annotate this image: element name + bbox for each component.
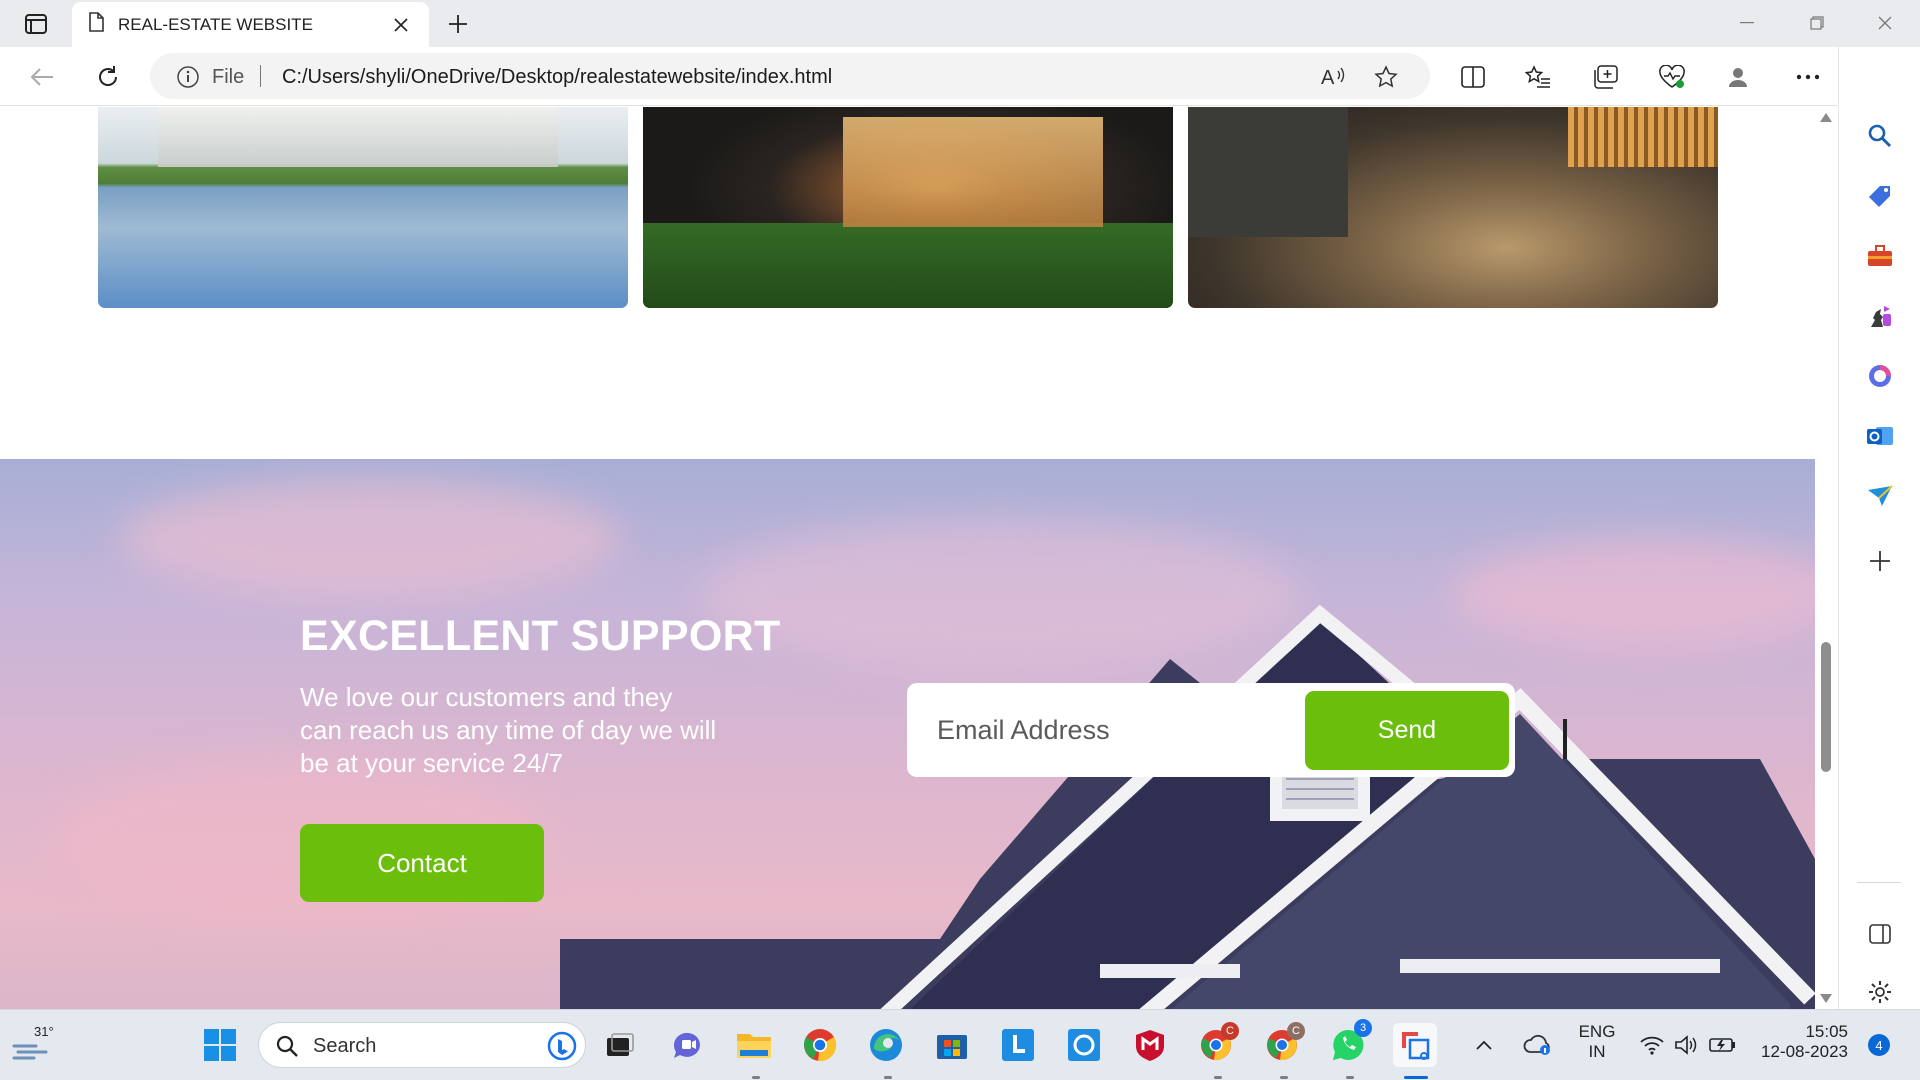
back-icon[interactable]: [24, 59, 60, 95]
clock[interactable]: 15:05 12-08-2023: [1756, 1022, 1848, 1062]
scroll-down-arrow-icon[interactable]: [1820, 994, 1832, 1003]
microsoft-365-icon[interactable]: [1861, 357, 1899, 395]
info-icon[interactable]: [176, 65, 200, 94]
volume-icon[interactable]: [1670, 1023, 1702, 1067]
notification-count-badge[interactable]: 4: [1868, 1034, 1890, 1056]
temperature: 31°: [34, 1024, 54, 1039]
clock-date: 12-08-2023: [1761, 1042, 1848, 1061]
send-button[interactable]: Send: [1305, 691, 1509, 770]
chrome-icon[interactable]: [798, 1023, 842, 1067]
running-indicator: [752, 1076, 760, 1079]
battery-icon[interactable]: [1706, 1023, 1740, 1067]
add-icon[interactable]: [1861, 542, 1899, 580]
close-window-icon[interactable]: [1862, 8, 1908, 38]
chrome-profile-1-badge: C: [1221, 1022, 1239, 1040]
running-indicator: [1214, 1076, 1222, 1079]
split-screen-icon[interactable]: [1455, 59, 1491, 95]
tab-actions-icon[interactable]: [18, 10, 54, 38]
region-code: IN: [1588, 1042, 1606, 1061]
running-indicator: [1280, 1076, 1288, 1079]
taskbar-search-box[interactable]: Search: [258, 1022, 586, 1068]
edge-sidebar: [1838, 47, 1920, 1009]
page-scrollbar[interactable]: [1815, 107, 1837, 1009]
task-view-icon[interactable]: [598, 1023, 642, 1067]
tab-strip: REAL-ESTATE WEBSITE: [0, 0, 1920, 47]
lakeside-house-photo: [98, 107, 628, 308]
taskbar-search-label: Search: [313, 1035, 377, 1057]
svg-text:A: A: [1321, 67, 1335, 88]
show-hidden-icons-chevron-icon[interactable]: [1468, 1023, 1500, 1067]
outlook-icon[interactable]: [1861, 417, 1899, 455]
clock-time: 15:05: [1805, 1022, 1848, 1041]
page-viewport: EXCELLENT SUPPORT We love our customers …: [0, 107, 1815, 1009]
search-icon[interactable]: [1861, 117, 1899, 155]
wifi-icon[interactable]: [1636, 1023, 1668, 1067]
shopping-tag-icon[interactable]: [1861, 177, 1899, 215]
minimize-icon[interactable]: [1724, 8, 1770, 38]
microsoft-store-icon[interactable]: [930, 1023, 974, 1067]
edge-icon[interactable]: [864, 1023, 908, 1067]
chrome-profile-1-icon[interactable]: C: [1194, 1022, 1239, 1067]
profile-icon[interactable]: [1720, 59, 1756, 95]
windows-taskbar: 31° Search C C 3 ENG IN 15:05 12-08-2023…: [0, 1009, 1920, 1080]
running-indicator: [884, 1076, 892, 1079]
more-options-icon[interactable]: [1790, 59, 1826, 95]
new-tab-icon[interactable]: [442, 8, 474, 40]
scroll-thumb[interactable]: [1821, 642, 1831, 772]
read-aloud-icon[interactable]: A: [1320, 63, 1348, 91]
search-glass-icon: [275, 1034, 299, 1063]
drop-send-icon[interactable]: [1861, 477, 1899, 515]
email-input[interactable]: [937, 703, 1287, 757]
address-bar-row: File C:/Users/shyli/OneDrive/Desktop/rea…: [0, 47, 1920, 106]
scheme-label: File: [212, 66, 245, 88]
language-code: ENG: [1578, 1022, 1616, 1041]
onedrive-cloud-icon[interactable]: [1518, 1023, 1558, 1067]
address-bar[interactable]: File C:/Users/shyli/OneDrive/Desktop/rea…: [150, 53, 1430, 99]
games-icon[interactable]: [1861, 297, 1899, 335]
support-section: EXCELLENT SUPPORT We love our customers …: [0, 459, 1815, 1009]
newsletter-form: Send: [907, 683, 1515, 777]
favorites-icon[interactable]: [1520, 59, 1556, 95]
tab-title: REAL-ESTATE WEBSITE: [118, 14, 313, 34]
collections-icon[interactable]: [1587, 59, 1623, 95]
contact-button[interactable]: Contact: [300, 824, 544, 902]
active-app-indicator: [1404, 1076, 1428, 1079]
chrome-profile-2-icon[interactable]: C: [1260, 1022, 1305, 1067]
browser-essentials-icon[interactable]: [1654, 59, 1690, 95]
language-indicator[interactable]: ENG IN: [1574, 1022, 1620, 1062]
running-indicator: [1346, 1076, 1354, 1079]
restore-icon[interactable]: [1794, 8, 1840, 38]
whatsapp-icon[interactable]: 3: [1326, 1019, 1372, 1067]
support-description: We love our customers and they can reach…: [300, 682, 717, 778]
chrome-profile-2-badge: C: [1287, 1022, 1305, 1040]
support-title: EXCELLENT SUPPORT: [300, 612, 781, 660]
weather-widget[interactable]: 31°: [12, 1022, 62, 1068]
teams-chat-icon[interactable]: [666, 1023, 710, 1067]
windows-start-icon[interactable]: [198, 1023, 242, 1067]
file-explorer-icon[interactable]: [732, 1023, 776, 1067]
omnibox-divider: [260, 65, 261, 87]
url-text[interactable]: C:/Users/shyli/OneDrive/Desktop/realesta…: [282, 66, 832, 89]
l-app-icon[interactable]: [996, 1023, 1040, 1067]
scroll-up-arrow-icon[interactable]: [1820, 113, 1832, 122]
hide-sidebar-icon[interactable]: [1861, 915, 1899, 953]
cortana-icon[interactable]: [1062, 1023, 1106, 1067]
browser-tab[interactable]: REAL-ESTATE WEBSITE: [72, 2, 429, 47]
bing-search-icon: [547, 1031, 577, 1066]
patio-house-photo: [1188, 107, 1718, 308]
whatsapp-badge: 3: [1354, 1019, 1372, 1037]
favorite-star-icon[interactable]: [1372, 63, 1400, 91]
close-tab-icon[interactable]: [387, 11, 415, 39]
snipping-tool-icon[interactable]: [1393, 1023, 1437, 1067]
tools-briefcase-icon[interactable]: [1861, 237, 1899, 275]
page-icon: [88, 12, 104, 37]
mcafee-icon[interactable]: [1128, 1023, 1172, 1067]
modern-house-photo: [643, 107, 1173, 308]
settings-gear-icon[interactable]: [1861, 973, 1899, 1011]
refresh-icon[interactable]: [90, 59, 126, 95]
sidebar-divider: [1857, 882, 1901, 883]
